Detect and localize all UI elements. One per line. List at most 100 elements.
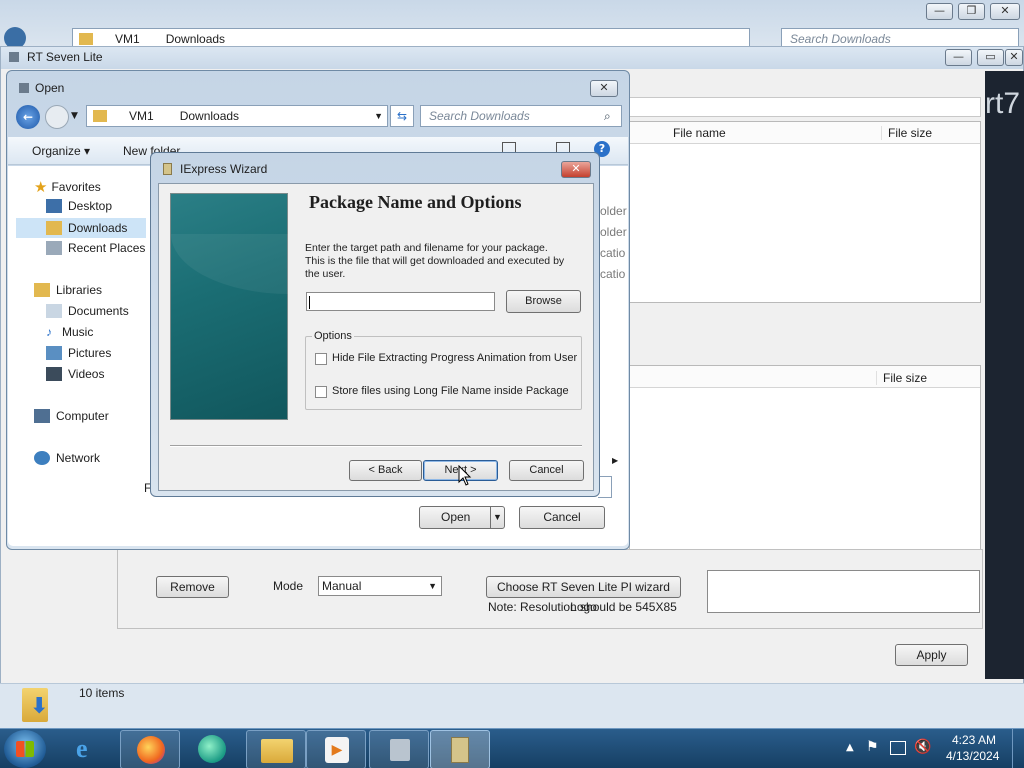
hide-animation-label[interactable]: Hide File Extracting Progress Animation …: [332, 352, 577, 364]
wizard-cancel-button[interactable]: Cancel: [509, 460, 584, 481]
back-icon[interactable]: ←: [16, 105, 40, 129]
show-desktop-button[interactable]: [1012, 729, 1024, 768]
nav-pictures[interactable]: Pictures: [46, 346, 111, 360]
bg-minimize-button[interactable]: —: [926, 3, 953, 20]
open-dialog-title: Open: [35, 81, 65, 95]
organize-button[interactable]: Organize ▾: [32, 144, 90, 158]
nav-desktop[interactable]: Desktop: [46, 199, 112, 213]
rt-top-input[interactable]: [629, 97, 981, 117]
desktop-icon: [46, 199, 62, 213]
long-filename-label[interactable]: Store files using Long File Name inside …: [332, 385, 569, 397]
bg-crumb-downloads[interactable]: Downloads: [166, 32, 225, 46]
crumb-downloads[interactable]: Downloads: [180, 109, 239, 123]
history-dropdown-icon[interactable]: ▼: [71, 111, 78, 121]
background-explorer-window: — ❐ ✕ VM1 Downloads Search Downloads: [0, 0, 1024, 50]
folder-icon: [79, 33, 93, 45]
col-file-size-bottom[interactable]: File size: [876, 371, 927, 385]
downloads-folder-icon: [46, 221, 62, 235]
firefox-icon[interactable]: [120, 730, 180, 768]
scroll-right-icon[interactable]: ▶: [612, 456, 618, 465]
wizard-close-button[interactable]: ✕: [561, 161, 591, 178]
refresh-icon[interactable]: ⇆: [390, 105, 414, 127]
folder-fragment-4: catio: [600, 267, 626, 281]
address-dropdown-icon[interactable]: ▼: [374, 111, 383, 121]
rt-bottom-list-header: File size: [630, 366, 980, 388]
wizard-side-banner: [170, 193, 289, 420]
start-button[interactable]: [4, 730, 46, 768]
rt-top-list[interactable]: File name File size: [629, 121, 981, 303]
iexpress-task-icon[interactable]: [430, 730, 490, 768]
wizard-title: IExpress Wizard: [180, 162, 268, 176]
nav-recent-places[interactable]: Recent Places: [46, 241, 145, 255]
computer-icon: [34, 409, 50, 423]
iexpress-wizard-dialog: IExpress Wizard ✕ Package Name and Optio…: [150, 152, 600, 497]
open-button[interactable]: Open ▼: [419, 506, 505, 529]
long-filename-checkbox[interactable]: [315, 386, 327, 398]
filename-input-edge[interactable]: [598, 476, 612, 498]
open-search-input[interactable]: Search Downloads: [420, 105, 622, 127]
clock-time[interactable]: 4:23 AM: [952, 733, 996, 747]
show-hidden-icons-icon[interactable]: ▲: [846, 742, 854, 753]
rt-close-button[interactable]: ✕: [1005, 49, 1023, 66]
internet-explorer-icon[interactable]: e: [60, 730, 120, 768]
mouse-cursor-icon: [458, 465, 472, 486]
options-group: Options Hide File Extracting Progress An…: [305, 330, 582, 410]
nav-music[interactable]: ♪ Music: [46, 325, 93, 339]
nav-downloads[interactable]: Downloads: [16, 218, 146, 238]
rt-minimize-button[interactable]: —: [945, 49, 972, 66]
wizard-body: Package Name and Options Enter the targe…: [158, 183, 594, 491]
hide-animation-checkbox[interactable]: [315, 353, 327, 365]
nav-libraries[interactable]: Libraries: [34, 283, 102, 297]
remove-button[interactable]: Remove: [156, 576, 229, 598]
back-button[interactable]: < Back: [349, 460, 422, 481]
forward-icon[interactable]: [45, 105, 69, 129]
open-cancel-button[interactable]: Cancel: [519, 506, 605, 529]
volume-muted-icon[interactable]: 🔇: [914, 739, 931, 755]
media-player-icon[interactable]: ▶: [306, 730, 366, 768]
taskbar: e ▶ ▲ ⚑ 🔇 4:23 AM 4/13/2024: [0, 728, 1024, 768]
rt-maximize-button[interactable]: ▭: [977, 49, 1004, 66]
logo-preview-box: [707, 570, 980, 613]
rt-bottom-list[interactable]: File size: [629, 365, 981, 565]
bg-close-button[interactable]: ✕: [990, 3, 1020, 20]
open-dialog-icon: [19, 83, 29, 93]
browse-button[interactable]: Browse: [506, 290, 581, 313]
download-arrow-icon: ⬇: [30, 694, 49, 719]
nav-computer[interactable]: Computer: [34, 409, 109, 423]
col-file-name[interactable]: File name: [673, 126, 726, 140]
mode-select[interactable]: Manual ▼: [318, 576, 442, 596]
rt-brand-strip: rt7: [985, 71, 1024, 679]
desc-line-1: Enter the target path and filename for y…: [305, 242, 548, 254]
bg-crumb-vm1[interactable]: VM1: [115, 32, 140, 46]
choose-logo-button[interactable]: Choose RT Seven Lite PI wizard Logo: [486, 576, 681, 614]
open-close-button[interactable]: ✕: [590, 80, 618, 97]
col-file-size[interactable]: File size: [881, 126, 932, 140]
clock-date[interactable]: 4/13/2024: [946, 749, 999, 763]
explorer-icon[interactable]: [246, 730, 306, 768]
network-tray-icon[interactable]: [890, 741, 906, 755]
star-icon: ★: [34, 179, 48, 196]
nav-favorites[interactable]: ★ Favorites: [34, 178, 101, 196]
search-icon: ⌕: [604, 109, 611, 123]
items-count: 10 items: [79, 686, 125, 700]
bg-maximize-button[interactable]: ❐: [958, 3, 985, 20]
crumb-vm1[interactable]: VM1: [129, 109, 154, 123]
navigation-pane: ★ Favorites Desktop Downloads Recent Plac…: [8, 166, 148, 466]
open-split-arrow-icon[interactable]: ▼: [490, 507, 504, 528]
action-center-flag-icon[interactable]: ⚑: [866, 739, 879, 755]
rt-title: RT Seven Lite: [27, 50, 103, 64]
windows-logo-icon: [16, 741, 34, 757]
package-path-input[interactable]: [306, 292, 495, 311]
apply-button[interactable]: Apply: [895, 644, 968, 666]
chat-app-icon[interactable]: [182, 730, 242, 768]
pictures-icon: [46, 346, 62, 360]
nav-network[interactable]: Network: [34, 451, 100, 465]
nav-documents[interactable]: Documents: [46, 304, 129, 318]
rt-app-icon: [9, 52, 19, 62]
network-icon: [34, 451, 50, 465]
rt-seven-lite-task-icon[interactable]: [369, 730, 429, 768]
nav-videos[interactable]: Videos: [46, 367, 104, 381]
desc-line-3: the user.: [305, 268, 346, 280]
libraries-icon: [34, 283, 50, 297]
open-address-bar[interactable]: VM1 Downloads ▼: [86, 105, 388, 127]
